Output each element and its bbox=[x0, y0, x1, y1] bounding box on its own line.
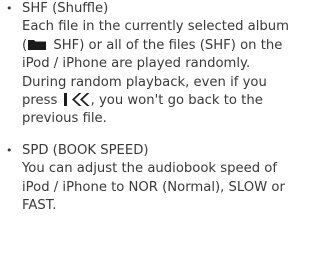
item-text: iPod / iPhone are played randomly. bbox=[22, 56, 251, 72]
item-text: ( SHF) or all of the files (SHF) on the bbox=[22, 37, 283, 53]
item-text: During random playback, even if you bbox=[22, 74, 267, 90]
skip-previous-icon bbox=[63, 93, 90, 107]
manual-excerpt: • SHF (Shuffle) Each file in the current… bbox=[0, 0, 325, 215]
list-item-book-speed: • SPD (BOOK SPEED) You can adjust the au… bbox=[0, 142, 325, 216]
bullet: • bbox=[6, 2, 13, 15]
item-text: You can adjust the audiobook speed of bbox=[22, 161, 277, 177]
item-title: SPD (BOOK SPEED) bbox=[22, 142, 149, 158]
item-text: iPod / iPhone to NOR (Normal), SLOW or bbox=[22, 179, 285, 195]
item-text: previous file. bbox=[22, 111, 107, 127]
list-item-shuffle: • SHF (Shuffle) Each file in the current… bbox=[0, 0, 325, 129]
item-title: SHF (Shuffle) bbox=[22, 1, 109, 16]
bullet: • bbox=[6, 143, 13, 157]
item-text: press , you won't go back to the bbox=[22, 93, 263, 109]
item-text: Each file in the currently selected albu… bbox=[22, 19, 289, 35]
folder-icon bbox=[28, 39, 47, 50]
item-text: FAST. bbox=[22, 198, 57, 214]
